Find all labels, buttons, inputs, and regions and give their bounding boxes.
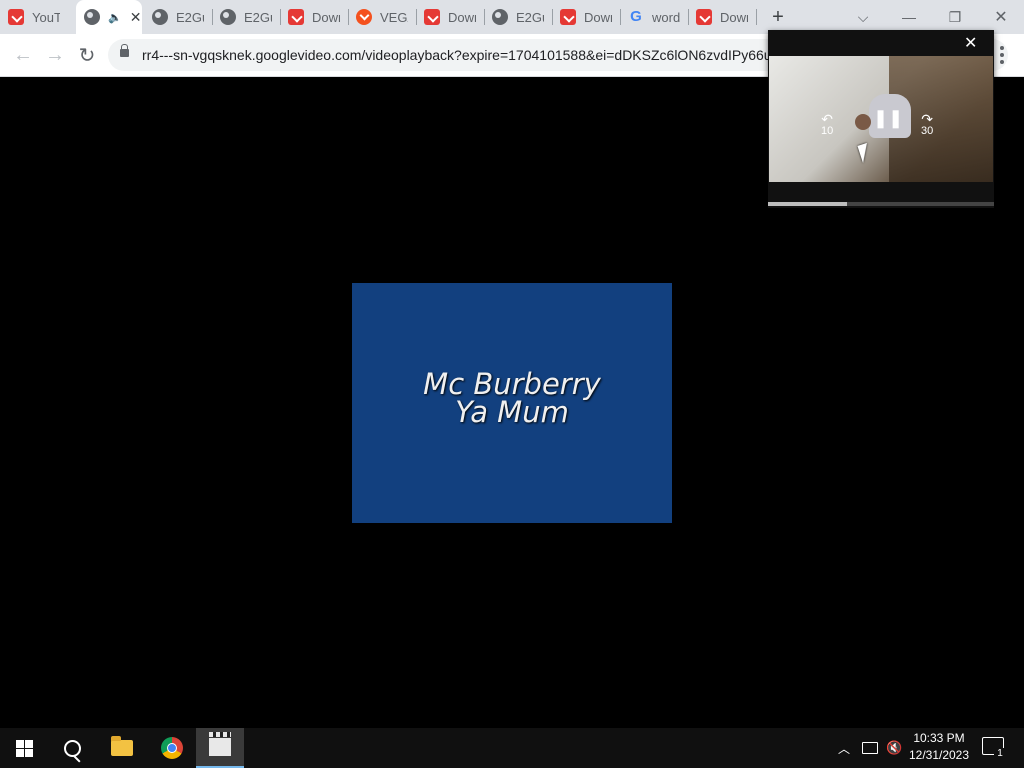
tab-title: E2Gu [176,9,204,25]
pip-rewind-button[interactable]: ↶ 10 [821,111,834,137]
forward-icon: ↷ [921,111,933,127]
tab-separator [280,9,281,25]
video-title-line-2: Ya Mum [455,395,569,429]
video-frame[interactable]: Mc Burberry Ya Mum [352,283,672,523]
globe-icon [152,9,168,25]
tab-download-3[interactable]: Dowr [560,0,616,34]
url-text[interactable]: rr4---sn-vgqsknek.googlevideo.com/videop… [142,47,772,63]
volume-muted-icon[interactable]: 🔇 [886,728,902,768]
rewind-icon: ↶ [821,111,833,127]
clock[interactable]: 10:33 PM 12/31/2023 [908,730,970,766]
tab-title: VEGA [380,9,408,25]
tab-active-video[interactable]: 🔈 ✕ [76,0,142,34]
clock-time: 10:33 PM [913,731,965,745]
clapperboard-icon [209,732,231,756]
reload-button[interactable]: ↻ [72,40,102,70]
clock-date: 12/31/2023 [908,748,970,762]
tab-separator [688,9,689,25]
tab-download-4[interactable]: Dowr [696,0,752,34]
tab-search-chevron-icon[interactable]: ⌵ [840,0,886,34]
folder-icon [111,736,133,756]
tab-download-2[interactable]: Dowr [424,0,480,34]
new-tab-button[interactable]: + [766,0,790,34]
tab-title: Dowr [720,9,748,25]
tab-title: YouT [32,9,60,25]
back-button[interactable]: ← [8,40,38,70]
tab-title: Dowr [584,9,612,25]
close-window-button[interactable]: ✕ [978,0,1024,34]
tab-e2gu-2[interactable]: E2Gu [220,0,276,34]
tab-google-word[interactable]: G word [628,0,684,34]
tab-e2gu-1[interactable]: E2Gu [152,0,208,34]
chrome-taskbar-button[interactable] [148,728,196,768]
tab-separator [756,9,757,25]
windows-logo-icon [15,739,33,757]
tab-vega[interactable]: VEGA [356,0,412,34]
tab-close-icon[interactable]: ✕ [130,9,142,26]
globe-icon [220,9,236,25]
tab-download-1[interactable]: Dowr [288,0,344,34]
download-icon [8,9,24,25]
chrome-icon [161,737,183,759]
speaker-icon[interactable]: 🔈 [108,11,122,24]
pause-icon: ❚❚ [873,108,904,128]
tab-e2gu-3[interactable]: E2Gu [492,0,548,34]
google-icon: G [630,8,642,25]
download-icon [356,9,372,25]
tab-title: E2Gu [244,9,272,25]
pip-progress-fill [768,202,848,206]
start-button[interactable] [0,728,48,768]
globe-icon [492,9,508,25]
download-icon [424,9,440,25]
forward-button[interactable]: → [40,40,70,70]
lock-icon[interactable] [120,44,129,57]
globe-icon [84,9,100,25]
pip-forward-button[interactable]: ↷ 30 [921,111,934,137]
picture-in-picture-window[interactable]: ✕ ↶ 10 ❚❚ ↷ 30 [768,30,994,208]
restore-button[interactable]: ❐ [932,0,978,34]
forward-seconds: 30 [921,125,934,137]
pip-scene-head [855,114,871,130]
file-explorer-button[interactable] [98,728,146,768]
tab-youtube-download[interactable]: YouT [8,0,74,34]
download-icon [288,9,304,25]
pip-close-icon[interactable]: ✕ [964,36,977,52]
show-hidden-icons-chevron-icon[interactable]: ︿ [838,728,850,768]
tab-separator [212,9,213,25]
tab-separator [620,9,621,25]
pip-pause-button[interactable]: ❚❚ [873,108,903,129]
browser-menu-icon[interactable] [996,42,1008,68]
tab-separator [348,9,349,25]
tab-title: E2Gu [516,9,544,25]
search-button[interactable] [48,728,96,768]
pip-progress-bar[interactable] [768,202,994,206]
notification-count: 1 [994,748,1006,760]
search-icon [63,739,81,757]
pip-video[interactable]: ↶ 10 ❚❚ ↷ 30 [769,56,993,182]
minimize-button[interactable]: — [886,0,932,34]
download-icon [696,9,712,25]
download-icon [560,9,576,25]
tab-separator [416,9,417,25]
tab-separator [484,9,485,25]
tab-separator [552,9,553,25]
rewind-seconds: 10 [821,125,834,137]
windows-taskbar: ︿ 🔇 10:33 PM 12/31/2023 1 [0,728,1024,768]
tab-title: Dowr [448,9,476,25]
video-app-taskbar-button[interactable] [196,728,244,768]
tab-title: word [652,9,680,25]
tab-title: Dowr [312,9,340,25]
network-icon[interactable] [862,728,878,768]
tab-strip: YouT 🔈 ✕ E2Gu E2Gu Dowr VEGA Dowr E2Gu D… [0,0,1024,34]
